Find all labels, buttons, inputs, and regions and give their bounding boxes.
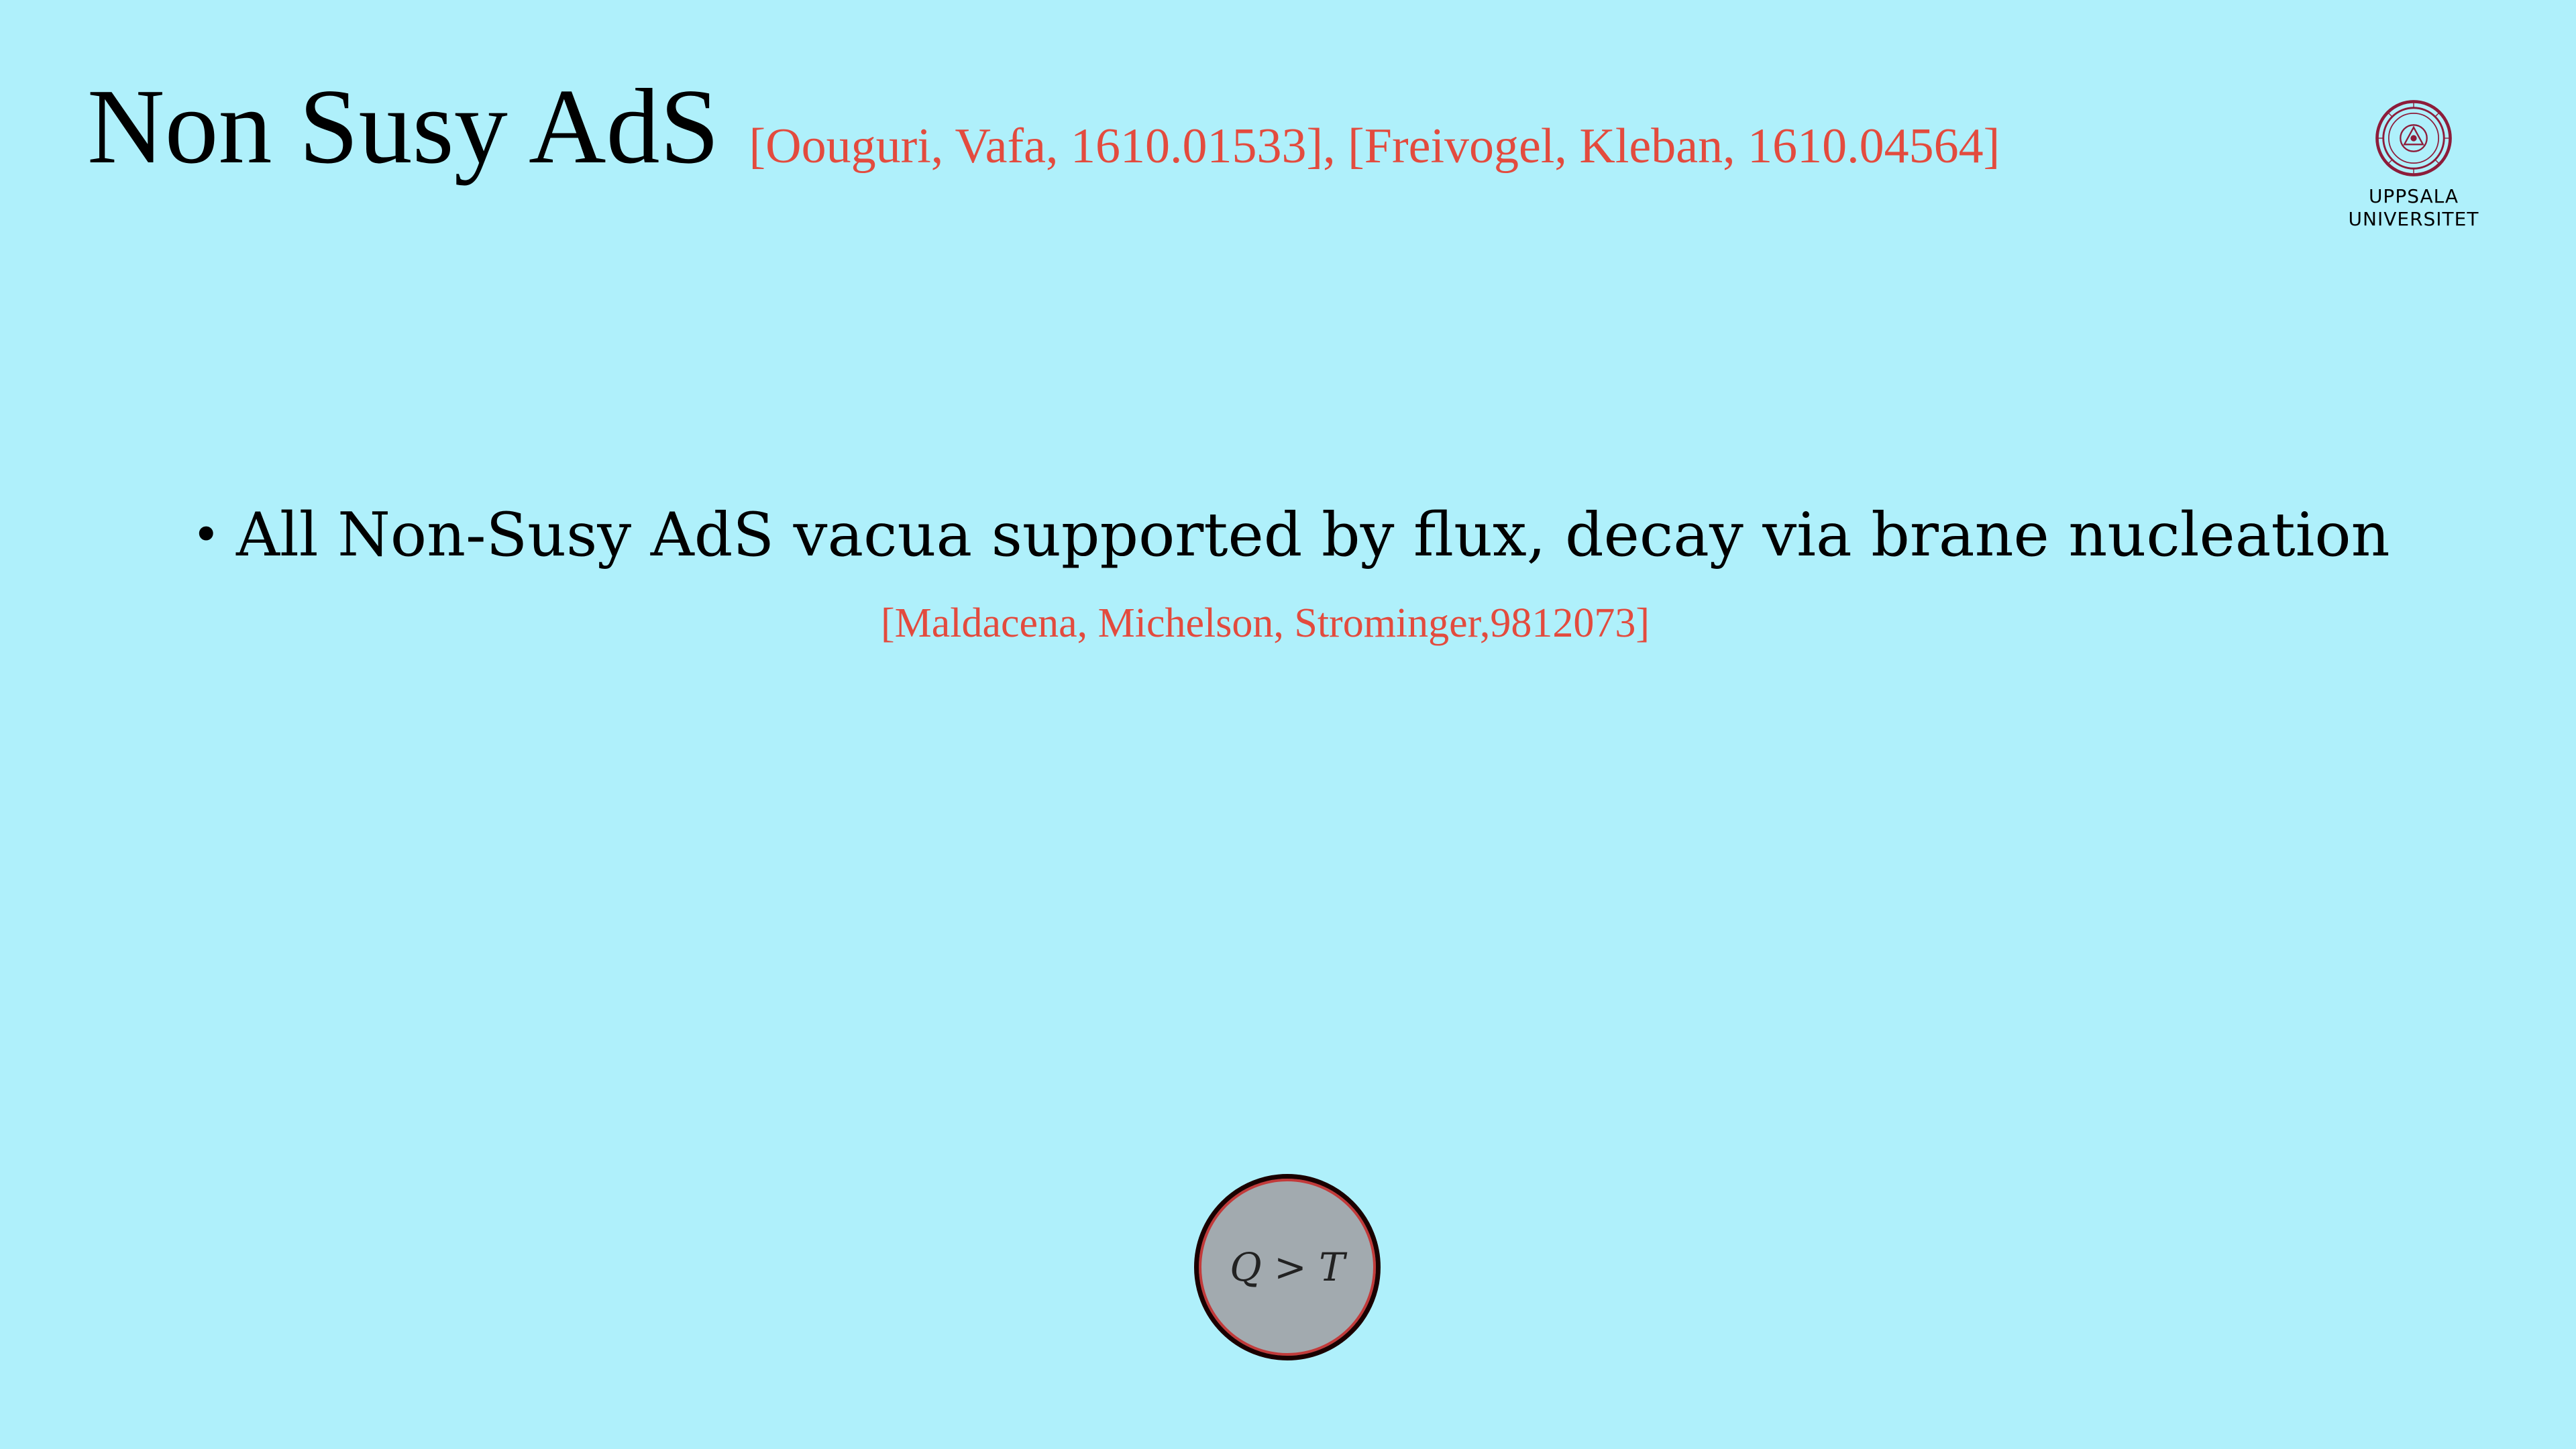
logo-text-line2: UNIVERSITET [2348,207,2479,230]
university-logo: UPPSALA UNIVERSITET [2347,99,2481,230]
title-reference: [Oouguri, Vafa, 1610.01533], [Freivogel,… [749,119,2000,174]
bullet-list: • All Non-Susy AdS vacua supported by fl… [192,502,2406,644]
title-row: Non Susy AdS [Oouguri, Vafa, 1610.01533]… [87,72,2000,180]
bullet-text: All Non-Susy AdS vacua supported by flux… [236,500,2390,570]
logo-text-line1: UPPSALA [2368,185,2459,207]
bullet-icon: • [192,506,221,563]
brane-bubble: Q > T [1194,1174,1381,1360]
bubble-label: Q > T [1230,1244,1345,1290]
bullet-item: • All Non-Susy AdS vacua supported by fl… [192,502,2406,568]
seal-icon [2375,100,2452,176]
slide-title: Non Susy AdS [87,66,720,186]
slide: Non Susy AdS [Oouguri, Vafa, 1610.01533]… [0,0,2576,1449]
bullet-reference: [Maldacena, Michelson, Strominger,981207… [881,600,1650,646]
